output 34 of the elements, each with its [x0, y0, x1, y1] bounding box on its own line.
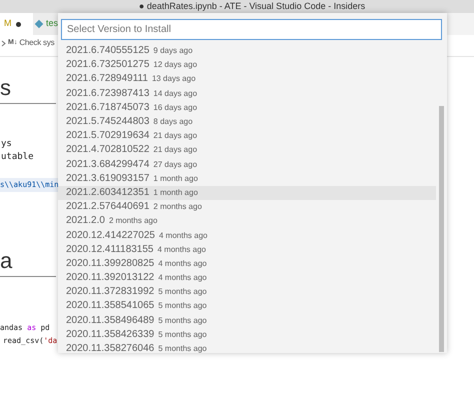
version-item[interactable]: 2020.12.411183155 4 months ago: [58, 242, 436, 257]
scrollbar[interactable]: [439, 106, 444, 352]
version-item[interactable]: 2021.5.745244803 8 days ago: [58, 114, 436, 130]
version-search-field[interactable]: Select Version to Install: [61, 19, 442, 40]
code-line: ys: [0, 138, 12, 151]
heading: a: [0, 230, 56, 277]
chevron-icon: [1, 40, 6, 46]
heading: s: [0, 57, 56, 104]
version-item[interactable]: 2021.6.723987413 14 days ago: [58, 86, 436, 101]
notebook-icon: [34, 20, 44, 28]
version-item[interactable]: 2020.11.358426339 5 months ago: [58, 328, 436, 342]
window-title: ● deathRates.ipynb - ATE - Visual Studio Code - Insiders: [138, 2, 366, 11]
version-item[interactable]: 2021.2.576440691 2 months ago: [58, 200, 436, 214]
version-item[interactable]: 2020.11.358276046 5 months ago: [58, 342, 436, 356]
version-item[interactable]: 2021.6.732501275 12 days ago: [58, 58, 436, 72]
version-item[interactable]: 2021.6.740555125 9 days ago: [58, 44, 436, 58]
version-item[interactable]: 2021.2.603412351 1 month ago: [58, 186, 436, 200]
code-line: utable: [0, 151, 34, 164]
version-item[interactable]: 2020.11.372831992 5 months ago: [58, 285, 436, 300]
version-item[interactable]: 2020.11.358541065 5 months ago: [58, 299, 436, 314]
version-item[interactable]: 2021.4.702810522 21 days ago: [58, 143, 436, 158]
breadcrumb-item[interactable]: Check sys: [19, 37, 54, 49]
version-item[interactable]: 2021.3.684299474 27 days ago: [58, 158, 436, 172]
version-item[interactable]: 2021.3.619093157 1 month ago: [58, 172, 436, 186]
editor-tab[interactable]: tes: [33, 13, 58, 35]
version-item[interactable]: 2020.12.414227025 4 months ago: [58, 228, 436, 243]
version-item[interactable]: 2020.11.392013122 4 months ago: [58, 271, 436, 286]
editor-tab[interactable]: M: [0, 13, 33, 35]
version-item[interactable]: 2020.11.358496489 5 months ago: [58, 314, 436, 328]
version-item[interactable]: 2021.2.0 2 months ago: [58, 214, 436, 228]
version-item[interactable]: 2021.6.728949111 13 days ago: [58, 72, 436, 87]
version-item[interactable]: 2021.6.718745073 16 days ago: [58, 100, 436, 115]
version-item[interactable]: 2020.11.399280825 4 months ago: [58, 256, 436, 271]
version-item[interactable]: 2021.5.702919634 21 days ago: [58, 129, 436, 144]
